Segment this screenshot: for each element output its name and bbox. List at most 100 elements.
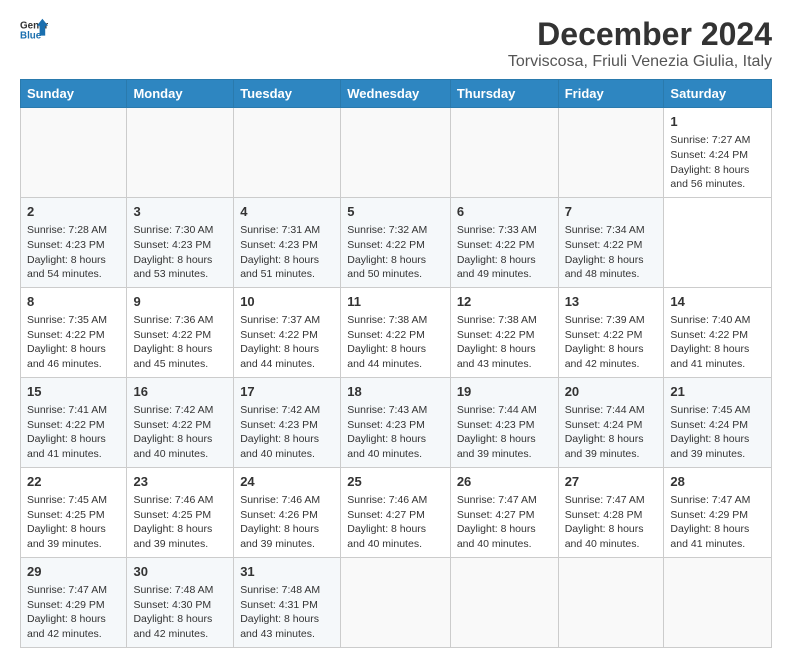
sunset-time: Sunset: 4:24 PM	[565, 418, 658, 433]
calendar-day-cell: 30Sunrise: 7:48 AMSunset: 4:30 PMDayligh…	[127, 557, 234, 647]
calendar-day-cell: 23 Sunrise: 7:46 AMSunset: 4:25 PMDayligh…	[127, 467, 234, 557]
svg-text:Blue: Blue	[20, 30, 42, 41]
sunset-time: Sunset: 4:23 PM	[27, 238, 120, 253]
sunset-time: Sunset: 4:26 PM	[240, 508, 334, 523]
page-title: December 2024	[508, 16, 772, 53]
calendar-day-cell: 5Sunrise: 7:32 AMSunset: 4:22 PMDaylight…	[341, 197, 451, 287]
sunrise-time: Sunrise: 7:42 AM	[133, 403, 227, 418]
sunset-time: Sunset: 4:22 PM	[27, 418, 120, 433]
calendar-day-cell	[127, 108, 234, 198]
calendar-header-row: SundayMondayTuesdayWednesdayThursdayFrid…	[21, 80, 772, 108]
calendar-day-cell: 31Sunrise: 7:48 AMSunset: 4:31 PMDayligh…	[234, 557, 341, 647]
calendar-day-cell	[234, 108, 341, 198]
calendar-day-cell: 11Sunrise: 7:38 AMSunset: 4:22 PMDayligh…	[341, 287, 451, 377]
day-number: 20	[565, 383, 658, 401]
day-number: 31	[240, 563, 334, 581]
sunrise-time: Sunrise: 7:35 AM	[27, 313, 120, 328]
sunset-time: Sunset: 4:25 PM	[133, 508, 227, 523]
calendar-week-row: 29Sunrise: 7:47 AMSunset: 4:29 PMDayligh…	[21, 557, 772, 647]
sunrise-time: Sunrise: 7:46 AM	[133, 493, 227, 508]
calendar-day-cell: 3Sunrise: 7:30 AMSunset: 4:23 PMDaylight…	[127, 197, 234, 287]
calendar-day-cell: 4Sunrise: 7:31 AMSunset: 4:23 PMDaylight…	[234, 197, 341, 287]
sunrise-time: Sunrise: 7:47 AM	[457, 493, 552, 508]
calendar-day-cell: 6Sunrise: 7:33 AMSunset: 4:22 PMDaylight…	[450, 197, 558, 287]
day-number: 2	[27, 203, 120, 221]
sunrise-time: Sunrise: 7:43 AM	[347, 403, 444, 418]
sunset-time: Sunset: 4:29 PM	[670, 508, 765, 523]
sunrise-time: Sunrise: 7:41 AM	[27, 403, 120, 418]
daylight-hours: Daylight: 8 hours and 49 minutes.	[457, 253, 552, 282]
daylight-hours: Daylight: 8 hours and 42 minutes.	[27, 612, 120, 641]
sunrise-time: Sunrise: 7:32 AM	[347, 223, 444, 238]
daylight-hours: Daylight: 8 hours and 42 minutes.	[133, 612, 227, 641]
calendar-day-cell: 28Sunrise: 7:47 AMSunset: 4:29 PMDayligh…	[664, 467, 772, 557]
calendar-day-cell	[558, 108, 664, 198]
day-number: 17	[240, 383, 334, 401]
day-number: 16	[133, 383, 227, 401]
daylight-hours: Daylight: 8 hours and 39 minutes.	[133, 522, 227, 551]
daylight-hours: Daylight: 8 hours and 40 minutes.	[240, 432, 334, 461]
day-number: 23	[133, 473, 227, 491]
day-number: 18	[347, 383, 444, 401]
day-number: 3	[133, 203, 227, 221]
calendar-day-cell: 15Sunrise: 7:41 AMSunset: 4:22 PMDayligh…	[21, 377, 127, 467]
day-number: 21	[670, 383, 765, 401]
calendar-day-cell: 22Sunrise: 7:45 AMSunset: 4:25 PMDayligh…	[21, 467, 127, 557]
day-number: 22	[27, 473, 120, 491]
sunrise-time: Sunrise: 7:34 AM	[565, 223, 658, 238]
logo-icon: General Blue	[20, 16, 48, 44]
calendar-day-cell: 24Sunrise: 7:46 AMSunset: 4:26 PMDayligh…	[234, 467, 341, 557]
sunrise-time: Sunrise: 7:31 AM	[240, 223, 334, 238]
sunset-time: Sunset: 4:24 PM	[670, 148, 765, 163]
day-number: 5	[347, 203, 444, 221]
page-subtitle: Torviscosa, Friuli Venezia Giulia, Italy	[508, 53, 772, 71]
daylight-hours: Daylight: 8 hours and 40 minutes.	[457, 522, 552, 551]
sunrise-time: Sunrise: 7:46 AM	[347, 493, 444, 508]
calendar-day-cell: 14Sunrise: 7:40 AMSunset: 4:22 PMDayligh…	[664, 287, 772, 377]
sunset-time: Sunset: 4:23 PM	[347, 418, 444, 433]
daylight-hours: Daylight: 8 hours and 56 minutes.	[670, 163, 765, 192]
sunset-time: Sunset: 4:23 PM	[133, 238, 227, 253]
calendar-day-cell: 21Sunrise: 7:45 AMSunset: 4:24 PMDayligh…	[664, 377, 772, 467]
sunrise-time: Sunrise: 7:48 AM	[240, 583, 334, 598]
day-number: 9	[133, 293, 227, 311]
logo: General Blue	[20, 16, 48, 44]
sunset-time: Sunset: 4:27 PM	[457, 508, 552, 523]
calendar-day-cell	[558, 557, 664, 647]
sunrise-time: Sunrise: 7:28 AM	[27, 223, 120, 238]
daylight-hours: Daylight: 8 hours and 46 minutes.	[27, 342, 120, 371]
day-number: 6	[457, 203, 552, 221]
sunrise-time: Sunrise: 7:44 AM	[457, 403, 552, 418]
calendar-day-header: Wednesday	[341, 80, 451, 108]
calendar-day-header: Sunday	[21, 80, 127, 108]
daylight-hours: Daylight: 8 hours and 53 minutes.	[133, 253, 227, 282]
calendar-day-cell: 29Sunrise: 7:47 AMSunset: 4:29 PMDayligh…	[21, 557, 127, 647]
daylight-hours: Daylight: 8 hours and 39 minutes.	[27, 522, 120, 551]
day-number: 15	[27, 383, 120, 401]
sunset-time: Sunset: 4:22 PM	[457, 238, 552, 253]
calendar-day-cell	[450, 557, 558, 647]
sunset-time: Sunset: 4:23 PM	[240, 238, 334, 253]
sunrise-time: Sunrise: 7:37 AM	[240, 313, 334, 328]
calendar-day-cell: 26Sunrise: 7:47 AMSunset: 4:27 PMDayligh…	[450, 467, 558, 557]
daylight-hours: Daylight: 8 hours and 41 minutes.	[670, 522, 765, 551]
calendar-day-cell	[21, 108, 127, 198]
calendar-day-cell: 12Sunrise: 7:38 AMSunset: 4:22 PMDayligh…	[450, 287, 558, 377]
sunset-time: Sunset: 4:23 PM	[457, 418, 552, 433]
sunset-time: Sunset: 4:22 PM	[133, 328, 227, 343]
calendar-day-cell: 9Sunrise: 7:36 AMSunset: 4:22 PMDaylight…	[127, 287, 234, 377]
day-number: 13	[565, 293, 658, 311]
calendar-day-cell: 10Sunrise: 7:37 AMSunset: 4:22 PMDayligh…	[234, 287, 341, 377]
day-number: 7	[565, 203, 658, 221]
daylight-hours: Daylight: 8 hours and 50 minutes.	[347, 253, 444, 282]
daylight-hours: Daylight: 8 hours and 43 minutes.	[240, 612, 334, 641]
title-area: December 2024 Torviscosa, Friuli Venezia…	[508, 16, 772, 71]
sunset-time: Sunset: 4:22 PM	[27, 328, 120, 343]
calendar-day-cell: 2Sunrise: 7:28 AMSunset: 4:23 PMDaylight…	[21, 197, 127, 287]
daylight-hours: Daylight: 8 hours and 39 minutes.	[457, 432, 552, 461]
calendar-week-row: 22Sunrise: 7:45 AMSunset: 4:25 PMDayligh…	[21, 467, 772, 557]
sunrise-time: Sunrise: 7:47 AM	[670, 493, 765, 508]
sunrise-time: Sunrise: 7:47 AM	[565, 493, 658, 508]
daylight-hours: Daylight: 8 hours and 40 minutes.	[565, 522, 658, 551]
calendar-day-cell: 18Sunrise: 7:43 AMSunset: 4:23 PMDayligh…	[341, 377, 451, 467]
